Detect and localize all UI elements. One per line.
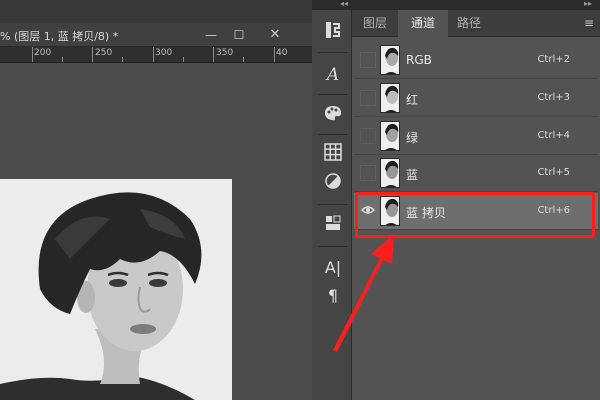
ruler-tick [92, 47, 93, 62]
ruler-tick [153, 47, 154, 62]
dock-header: ◂◂ ▸▸ [312, 0, 600, 10]
highlight-box [355, 192, 595, 238]
ruler-tick [32, 47, 33, 62]
maximize-button[interactable]: ☐ [228, 26, 250, 44]
ruler-tick [122, 57, 123, 62]
document-title: % (图层 1, 蓝 拷贝/8) * [0, 30, 119, 43]
portrait-illustration [0, 179, 232, 400]
channel-name: 红 [406, 93, 419, 107]
collapse-left-icon[interactable]: ◂◂ [340, 0, 348, 8]
channel-thumbnail [380, 121, 400, 151]
channel-shortcut: Ctrl+3 [537, 92, 570, 103]
paragraph-icon[interactable]: ¶ [320, 283, 346, 309]
tab-channels[interactable]: 通道 [398, 10, 448, 37]
document-window: % (图层 1, 蓝 拷贝/8) * — ☐ ✕ 200 250 300 350… [0, 23, 312, 400]
channel-shortcut: Ctrl+2 [537, 54, 570, 65]
tool-divider [318, 134, 348, 135]
horizontal-ruler: 200 250 300 350 40 [0, 47, 312, 63]
minimize-button[interactable]: — [200, 26, 222, 44]
channel-row-rgb[interactable]: RGB Ctrl+2 [354, 42, 598, 79]
close-button[interactable]: ✕ [264, 26, 286, 44]
visibility-toggle[interactable] [360, 52, 376, 68]
grid-icon[interactable] [320, 143, 346, 169]
character-icon[interactable]: A [320, 62, 346, 88]
visibility-toggle[interactable] [360, 128, 376, 144]
portrait-image [0, 179, 232, 400]
hamburger-menu-icon[interactable]: ≡ [584, 16, 594, 30]
panel-tab-bar: 图层 通道 路径 ≡ [352, 10, 600, 37]
tab-layers[interactable]: 图层 [354, 10, 396, 37]
channel-row-red[interactable]: 红 Ctrl+3 [354, 80, 598, 117]
channel-row-green[interactable]: 绿 Ctrl+4 [354, 118, 598, 155]
ruler-label: 250 [95, 48, 113, 58]
ruler-label: 40 [276, 48, 288, 58]
3d-icon[interactable] [320, 213, 346, 239]
tool-divider [318, 94, 348, 95]
tool-divider [318, 52, 348, 53]
color-palette-icon[interactable] [320, 103, 346, 129]
photoshop-workspace: % (图层 1, 蓝 拷贝/8) * — ☐ ✕ 200 250 300 350… [0, 0, 600, 400]
ruler-tick [62, 57, 63, 62]
tool-divider [318, 204, 348, 205]
tool-divider [318, 246, 348, 247]
type-icon[interactable]: A| [320, 255, 346, 281]
ruler-label: 350 [216, 48, 234, 58]
ruler-tick [183, 57, 184, 62]
visibility-toggle[interactable] [360, 90, 376, 106]
ruler-tick [213, 47, 214, 62]
ruler-tick [274, 47, 275, 62]
adjustment-icon[interactable] [320, 172, 346, 198]
tab-paths[interactable]: 路径 [448, 10, 490, 37]
ruler-label: 300 [155, 48, 173, 58]
channel-name: 绿 [406, 131, 419, 145]
channel-thumbnail [380, 158, 400, 188]
channel-name: 蓝 [406, 168, 419, 182]
panel-icon-strip: A A| ¶ [312, 10, 352, 400]
ruler-label: 200 [34, 48, 52, 58]
document-tab[interactable]: % (图层 1, 蓝 拷贝/8) * — ☐ ✕ [0, 23, 312, 47]
visibility-toggle[interactable] [360, 165, 376, 181]
history-icon[interactable] [320, 20, 346, 46]
channel-thumbnail [380, 45, 400, 75]
ruler-tick [243, 57, 244, 62]
channel-thumbnail [380, 83, 400, 113]
channel-name: RGB [406, 53, 432, 67]
channel-shortcut: Ctrl+4 [537, 130, 570, 141]
channel-row-blue[interactable]: 蓝 Ctrl+5 [354, 155, 598, 192]
collapse-right-icon[interactable]: ▸▸ [584, 0, 592, 8]
canvas-area[interactable] [0, 63, 312, 400]
channel-shortcut: Ctrl+5 [537, 167, 570, 178]
